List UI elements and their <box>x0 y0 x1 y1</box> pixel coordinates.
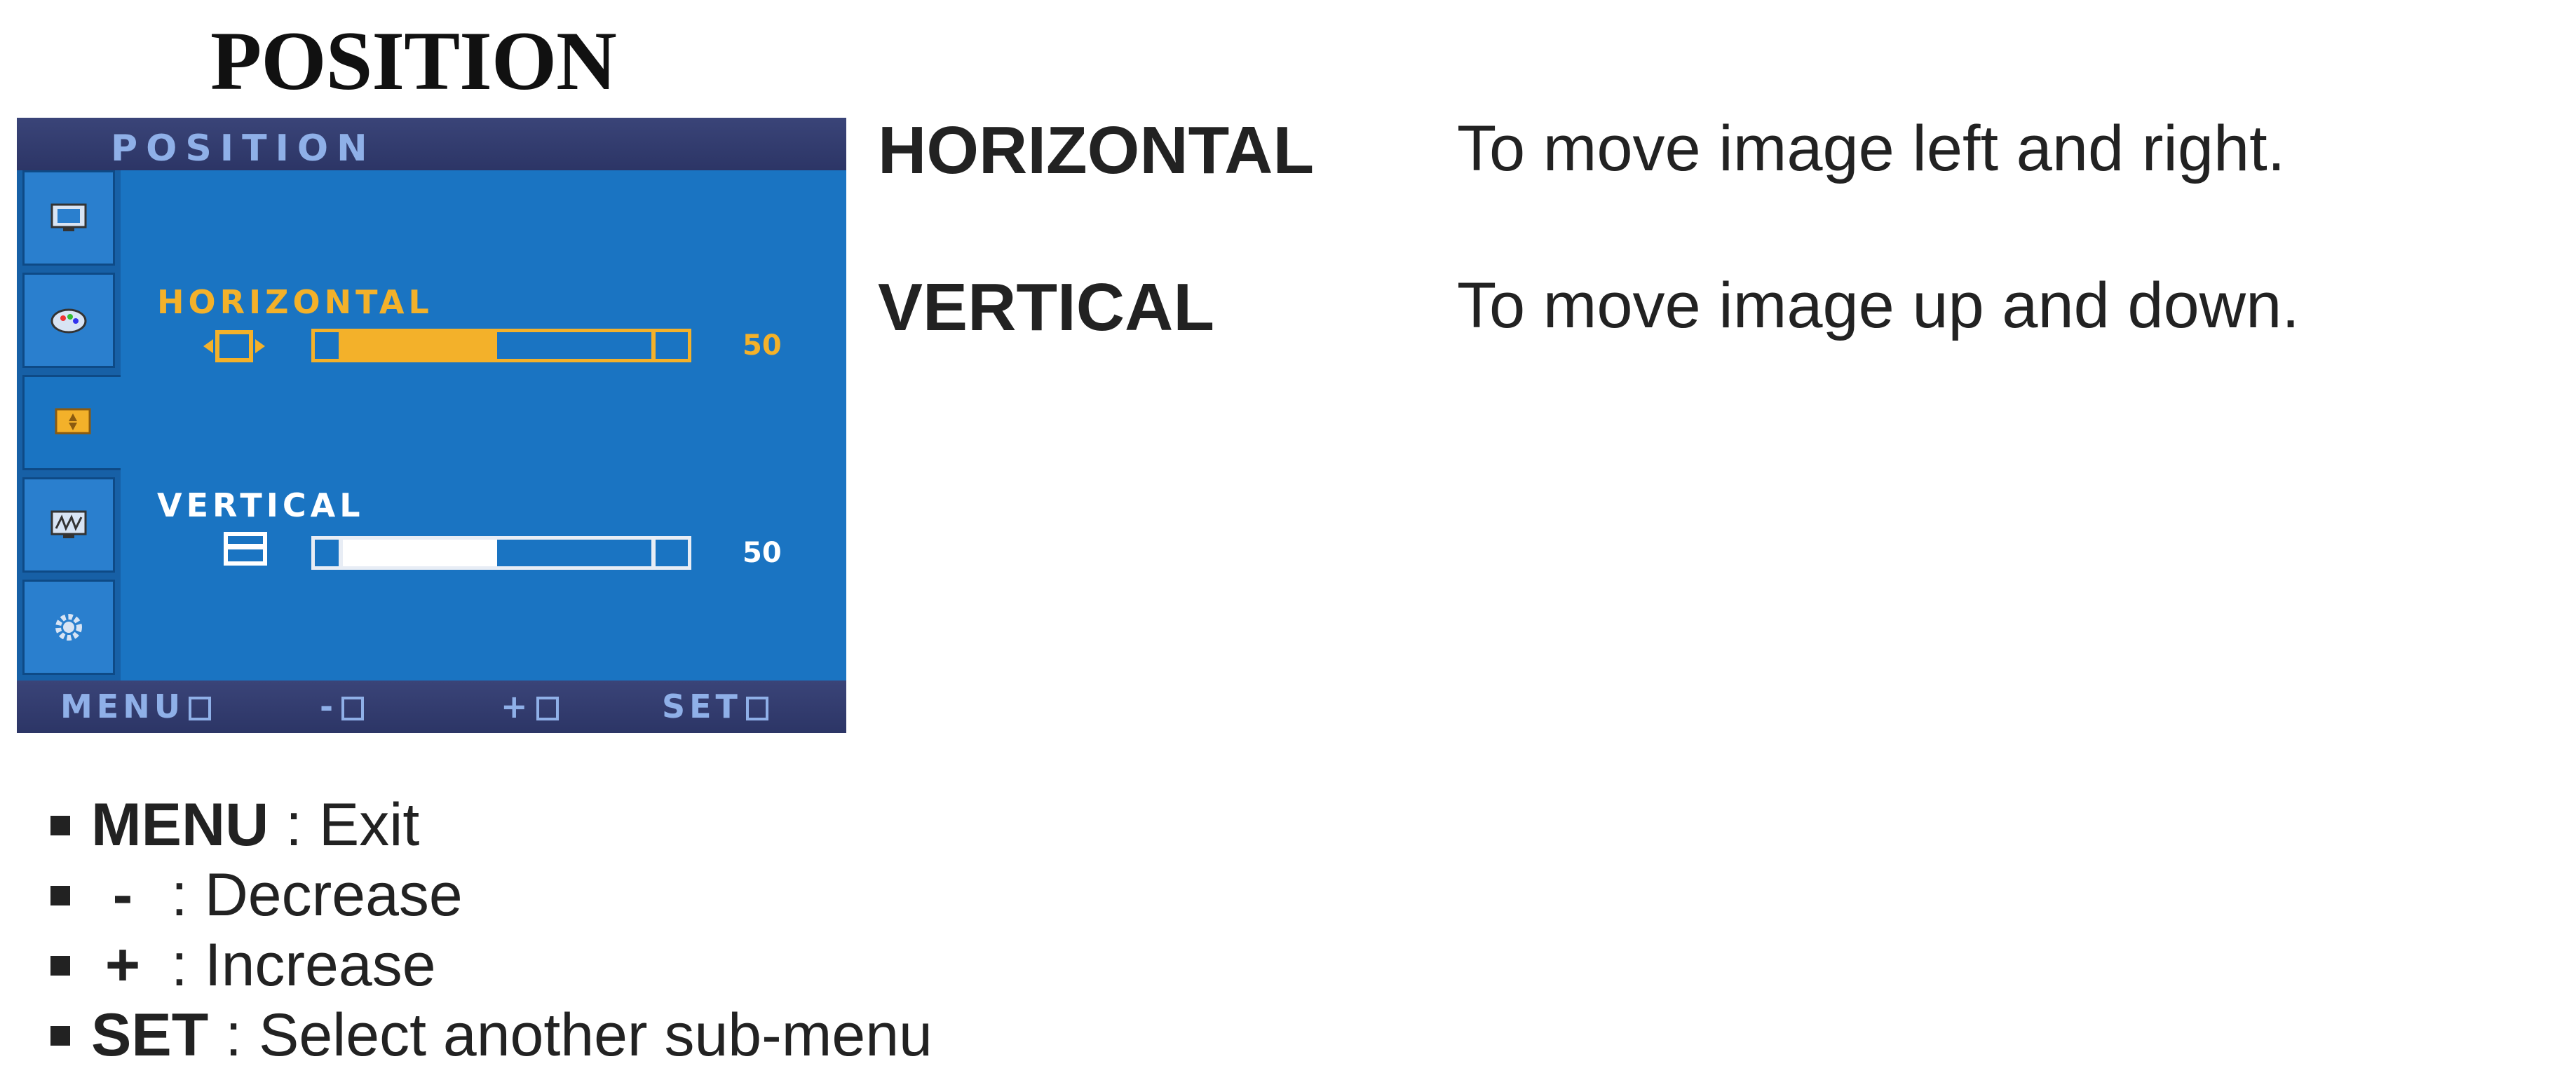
osd-footer: MENU - + SET <box>17 681 846 733</box>
vertical-position-icon <box>224 532 267 566</box>
vertical-value: 50 <box>743 537 782 569</box>
tracking-icon <box>50 510 87 538</box>
horizontal-bar-right-cap <box>652 329 691 362</box>
footer-set-key[interactable]: SET <box>662 688 768 725</box>
legend-item: + : Increase <box>50 931 933 1001</box>
bullet-icon <box>50 1026 70 1046</box>
vertical-label: VERTICAL <box>157 486 365 524</box>
sidebar-tab-setup[interactable] <box>22 580 115 675</box>
menu-button-icon <box>189 697 212 720</box>
page-title: POSITION <box>210 14 617 107</box>
legend-item: SET : Select another sub-menu <box>50 1001 933 1071</box>
bullet-icon <box>50 886 70 905</box>
set-button-icon <box>745 697 768 720</box>
setup-gear-icon <box>55 614 82 641</box>
legend-text: : Increase <box>170 931 436 999</box>
sidebar-tab-color[interactable] <box>22 273 115 368</box>
bullet-icon <box>50 956 70 976</box>
bullet-icon <box>50 816 70 835</box>
footer-minus-key[interactable]: - <box>320 688 365 725</box>
sidebar-tab-tracking[interactable] <box>22 477 115 573</box>
vertical-bar-right-cap <box>652 536 691 570</box>
osd-screen: POSITION HORIZONTAL 50 VERTICAL 50 MENU … <box>17 118 846 733</box>
horizontal-value: 50 <box>743 329 782 362</box>
desc-text-vertical: To move image up and down. <box>1457 270 2300 341</box>
desc-term-vertical: VERTICAL <box>878 270 1214 345</box>
plus-button-icon <box>536 697 559 720</box>
osd-sidebar <box>17 170 121 681</box>
horizontal-position-icon <box>203 330 265 362</box>
key-legend: MENU : Exit - : Decrease + : Increase SE… <box>50 791 933 1071</box>
horizontal-label: HORIZONTAL <box>157 283 433 321</box>
desc-text-horizontal: To move image left and right. <box>1457 113 2286 184</box>
legend-key: - <box>112 861 133 929</box>
vertical-slider-fill <box>343 540 497 566</box>
minus-button-icon <box>341 697 365 720</box>
osd-title: POSITION <box>111 128 376 170</box>
legend-key: SET <box>91 1001 209 1069</box>
legend-item: - : Decrease <box>50 861 933 931</box>
vertical-bar-left-cap <box>311 536 342 570</box>
sidebar-tab-position[interactable] <box>22 375 121 470</box>
osd-header: POSITION <box>17 118 846 170</box>
horizontal-bar-left-cap <box>311 329 342 362</box>
legend-key: + <box>104 931 141 999</box>
footer-menu-key[interactable]: MENU <box>60 688 212 725</box>
legend-item: MENU : Exit <box>50 791 933 861</box>
sidebar-tab-picture[interactable] <box>22 170 115 266</box>
vertical-slider[interactable] <box>339 536 655 570</box>
horizontal-slider-fill <box>343 332 497 359</box>
position-icon <box>55 408 90 435</box>
legend-key: MENU <box>91 791 269 859</box>
legend-text: : Decrease <box>170 861 463 929</box>
picture-icon <box>50 203 87 231</box>
color-icon <box>50 308 87 334</box>
footer-plus-key[interactable]: + <box>501 688 559 725</box>
legend-text: : Select another sub-menu <box>225 1001 933 1069</box>
horizontal-slider[interactable] <box>339 329 655 362</box>
desc-term-horizontal: HORIZONTAL <box>878 113 1315 188</box>
legend-text: : Exit <box>285 791 420 859</box>
